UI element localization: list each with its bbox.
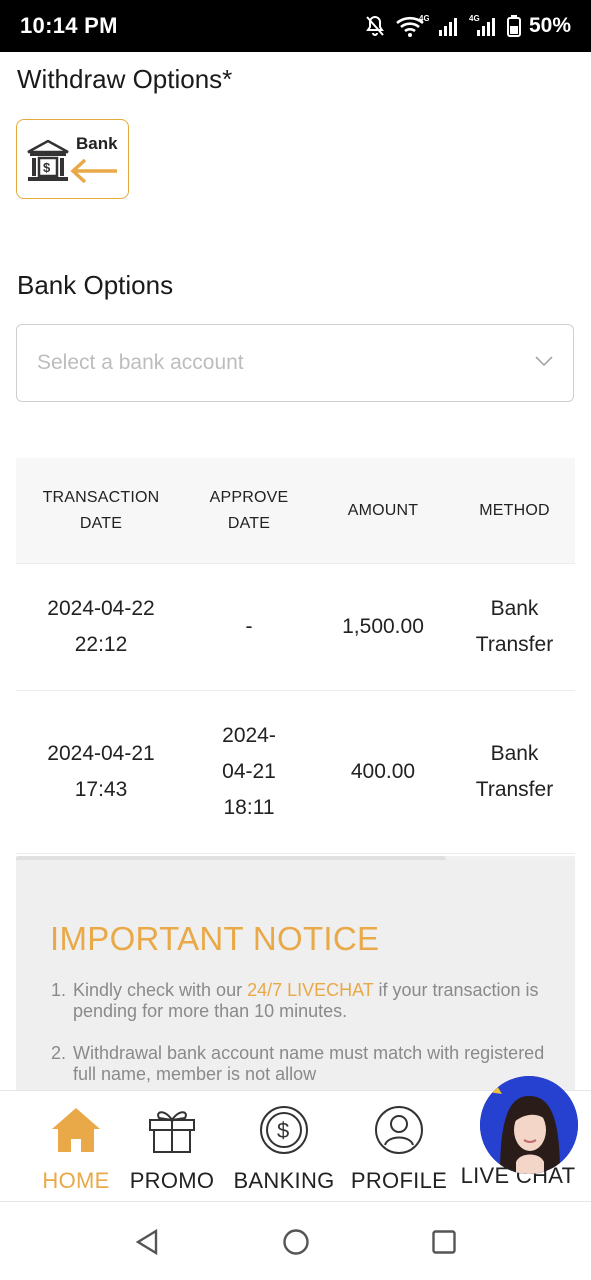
header-amount: AMOUNT — [347, 501, 419, 519]
cell-approve-date: 2024- 04-21 18:11 — [222, 724, 276, 819]
withdraw-content: Withdraw Options* $ Bank Bank Options Se… — [0, 52, 591, 1090]
svg-text:$: $ — [277, 1118, 289, 1143]
bank-account-select[interactable]: Select a bank account — [16, 324, 574, 402]
table-row: 2024-04-21 17:43 2024- 04-21 18:11 400.00 B… — [16, 691, 575, 854]
home-icon — [36, 1105, 116, 1160]
header-approve-date: APPROVE DATE — [209, 488, 289, 532]
transaction-table: TRANSACTION DATE APPROVE DATE AMOUNT METHO… — [16, 458, 575, 862]
back-icon[interactable] — [134, 1228, 160, 1261]
arrow-left-icon — [69, 158, 121, 189]
status-bar: 10:14 PM 4G 4G 50% — [0, 0, 591, 52]
table-header: TRANSACTION DATE APPROVE DATE AMOUNT METHO… — [16, 458, 575, 564]
important-notice: IMPORTANT NOTICE 1. Kindly check with ou… — [16, 860, 575, 1090]
dollar-coin-icon: $ — [228, 1105, 340, 1160]
bank-option-label: Bank — [76, 134, 118, 153]
cell-method: Bank Transfer — [475, 742, 554, 801]
status-time: 10:14 PM — [20, 13, 118, 38]
cell-method: Bank Transfer — [475, 597, 554, 656]
header-method: METHOD — [479, 501, 550, 519]
chevron-down-icon — [535, 354, 553, 372]
svg-text:4G: 4G — [419, 14, 429, 23]
notice-item: 1. Kindly check with our 24/7 LIVECHAT i… — [51, 980, 539, 1021]
status-icons: 4G 4G 50% — [363, 14, 571, 38]
bank-select-placeholder: Select a bank account — [37, 351, 244, 374]
live-chat-avatar[interactable] — [480, 1076, 578, 1174]
system-nav-bar — [0, 1202, 591, 1280]
bank-withdraw-option[interactable]: $ Bank — [16, 119, 129, 199]
gift-icon — [126, 1105, 218, 1160]
notice-list: 1. Kindly check with our 24/7 LIVECHAT i… — [51, 980, 551, 1090]
battery-percent: 50% — [528, 14, 571, 37]
battery-icon — [506, 15, 521, 37]
cell-amount: 400.00 — [350, 760, 416, 783]
svg-text:4G: 4G — [469, 14, 480, 23]
signal-icon-1 — [437, 14, 461, 38]
cell-approve-date: - — [245, 615, 253, 638]
header-transaction-date: TRANSACTION DATE — [42, 488, 160, 532]
notice-item: 2. Withdrawal bank account name must mat… — [51, 1043, 545, 1084]
notice-title: IMPORTANT NOTICE — [50, 920, 380, 957]
mute-icon — [363, 14, 387, 38]
recents-icon[interactable] — [431, 1229, 457, 1260]
table-row: 2024-04-22 22:12 - 1,500.00 Bank Transfer — [16, 564, 575, 691]
nav-profile[interactable]: PROFILE — [350, 1105, 448, 1194]
user-icon — [350, 1105, 448, 1160]
bank-building-icon: $ — [25, 138, 71, 189]
wifi-icon: 4G — [395, 14, 429, 38]
home-circle-icon[interactable] — [282, 1228, 310, 1261]
livechat-link[interactable]: 24/7 LIVECHAT — [247, 980, 373, 1000]
cell-amount: 1,500.00 — [342, 615, 424, 638]
nav-banking[interactable]: $ BANKING — [228, 1105, 340, 1194]
svg-text:$: $ — [43, 160, 51, 175]
nav-promo[interactable]: PROMO — [126, 1105, 218, 1194]
cell-transaction-date: 2024-04-22 22:12 — [47, 597, 155, 656]
nav-home[interactable]: HOME — [36, 1105, 116, 1194]
signal-icon-2: 4G — [469, 14, 499, 38]
cell-transaction-date: 2024-04-21 17:43 — [47, 742, 155, 801]
withdraw-options-title: Withdraw Options* — [17, 64, 233, 94]
bank-options-title: Bank Options — [17, 270, 174, 300]
